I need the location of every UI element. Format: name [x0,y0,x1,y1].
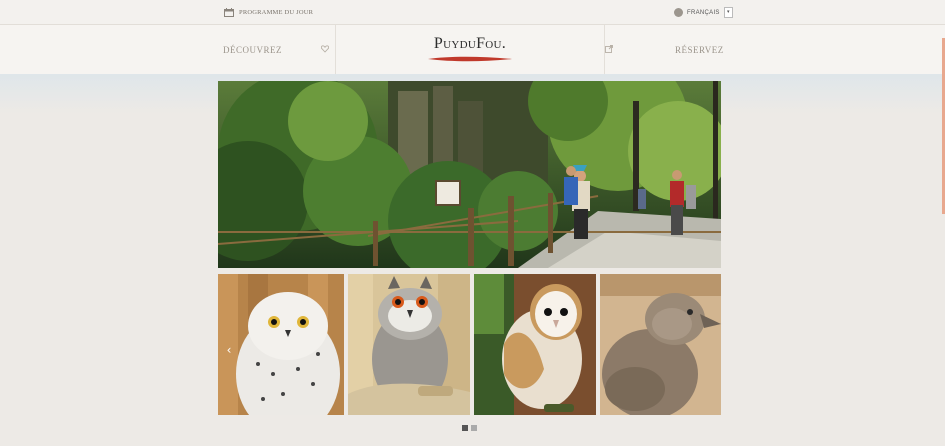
puy-du-fou-logo[interactable]: PuyduFou. [415,35,525,67]
thumbnail-snowy-owl[interactable] [218,274,344,415]
programme-label: Programme du jour [239,8,314,16]
main-nav: Découvrez PuyduFou. Réservez [0,25,945,75]
nav-divider [335,25,336,74]
logo-text: PuyduFou. [433,35,507,52]
gallery-dot[interactable] [471,425,477,431]
logo-swoosh [428,56,512,62]
heart-icon [321,45,329,53]
external-link-icon [605,45,613,53]
language-label: Français [687,9,720,16]
thumbnail-barn-owl[interactable] [474,274,596,415]
nav-discover-link[interactable]: Découvrez [223,25,282,74]
thumbnail-white-faced-owl[interactable] [348,274,470,415]
hero-image-forest-path [218,81,721,268]
programme-du-jour-link[interactable]: Programme du jour [224,6,313,18]
calendar-icon [224,7,234,17]
chevron-down-icon[interactable]: ▾ [723,7,733,18]
gallery-prev-arrow[interactable]: ‹ [224,343,234,357]
thumbnail-vulture-chick[interactable] [600,274,721,415]
top-bar: Programme du jour Français ▾ [0,0,945,25]
nav-book-link[interactable]: Réservez [675,25,724,74]
gallery-dot-active[interactable] [462,425,468,431]
globe-icon [674,8,683,17]
language-selector[interactable]: Français ▾ [674,7,733,18]
